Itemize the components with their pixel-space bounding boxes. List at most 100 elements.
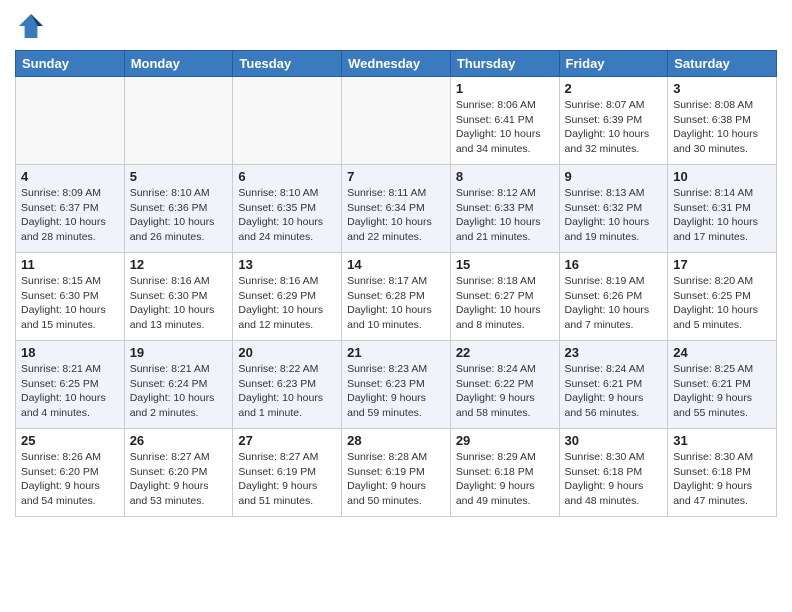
- day-info: Sunrise: 8:28 AMSunset: 6:19 PMDaylight:…: [347, 450, 445, 509]
- day-number: 31: [673, 433, 771, 448]
- calendar-cell: 12Sunrise: 8:16 AMSunset: 6:30 PMDayligh…: [124, 253, 233, 341]
- calendar: SundayMondayTuesdayWednesdayThursdayFrid…: [15, 50, 777, 517]
- day-info: Sunrise: 8:18 AMSunset: 6:27 PMDaylight:…: [456, 274, 554, 333]
- day-info: Sunrise: 8:23 AMSunset: 6:23 PMDaylight:…: [347, 362, 445, 421]
- calendar-cell: 10 Sunrise: 8:14 AMSunset: 6:31 PMDayligh…: [668, 165, 777, 253]
- day-info: Sunrise: 8:17 AMSunset: 6:28 PMDaylight:…: [347, 274, 445, 333]
- day-info: Sunrise: 8:29 AMSunset: 6:18 PMDaylight:…: [456, 450, 554, 509]
- day-number: 26: [130, 433, 228, 448]
- calendar-header-monday: Monday: [124, 51, 233, 77]
- calendar-cell: 13 Sunrise: 8:16 AMSunset: 6:29 PMDayligh…: [233, 253, 342, 341]
- day-number: 8: [456, 169, 554, 184]
- day-info: Sunrise: 8:30 AMSunset: 6:18 PMDaylight:…: [673, 450, 771, 509]
- day-info: Sunrise: 8:27 AMSunset: 6:20 PMDaylight:…: [130, 450, 228, 509]
- day-number: 11: [21, 257, 119, 272]
- calendar-cell: 19 Sunrise: 8:21 AMSunset: 6:24 PMDayligh…: [124, 341, 233, 429]
- day-number: 9: [565, 169, 663, 184]
- day-info: Sunrise: 8:14 AMSunset: 6:31 PMDaylight:…: [673, 186, 771, 245]
- calendar-cell: 23Sunrise: 8:24 AMSunset: 6:21 PMDayligh…: [559, 341, 668, 429]
- day-info: Sunrise: 8:27 AMSunset: 6:19 PMDaylight:…: [238, 450, 336, 509]
- day-number: 29: [456, 433, 554, 448]
- day-number: 14: [347, 257, 445, 272]
- calendar-cell: [16, 77, 125, 165]
- day-number: 12: [130, 257, 228, 272]
- calendar-cell: 22 Sunrise: 8:24 AMSunset: 6:22 PMDayligh…: [450, 341, 559, 429]
- day-info: Sunrise: 8:06 AMSunset: 6:41 PMDaylight:…: [456, 98, 554, 157]
- day-info: Sunrise: 8:20 AMSunset: 6:25 PMDaylight:…: [673, 274, 771, 333]
- day-info: Sunrise: 8:19 AMSunset: 6:26 PMDaylight:…: [565, 274, 663, 333]
- calendar-week-row: 18 Sunrise: 8:21 AMSunset: 6:25 PMDayligh…: [16, 341, 777, 429]
- calendar-cell: 6Sunrise: 8:10 AMSunset: 6:35 PMDaylight…: [233, 165, 342, 253]
- day-info: Sunrise: 8:13 AMSunset: 6:32 PMDaylight:…: [565, 186, 663, 245]
- day-number: 5: [130, 169, 228, 184]
- day-number: 15: [456, 257, 554, 272]
- day-number: 2: [565, 81, 663, 96]
- day-info: Sunrise: 8:10 AMSunset: 6:35 PMDaylight:…: [238, 186, 336, 245]
- calendar-cell: 9 Sunrise: 8:13 AMSunset: 6:32 PMDaylight…: [559, 165, 668, 253]
- day-number: 10: [673, 169, 771, 184]
- day-number: 3: [673, 81, 771, 96]
- day-number: 27: [238, 433, 336, 448]
- day-info: Sunrise: 8:15 AMSunset: 6:30 PMDaylight:…: [21, 274, 119, 333]
- calendar-header-sunday: Sunday: [16, 51, 125, 77]
- calendar-cell: 16 Sunrise: 8:19 AMSunset: 6:26 PMDayligh…: [559, 253, 668, 341]
- day-info: Sunrise: 8:21 AMSunset: 6:24 PMDaylight:…: [130, 362, 228, 421]
- calendar-cell: 11 Sunrise: 8:15 AMSunset: 6:30 PMDayligh…: [16, 253, 125, 341]
- day-number: 18: [21, 345, 119, 360]
- day-info: Sunrise: 8:08 AMSunset: 6:38 PMDaylight:…: [673, 98, 771, 157]
- calendar-cell: 15 Sunrise: 8:18 AMSunset: 6:27 PMDayligh…: [450, 253, 559, 341]
- day-number: 28: [347, 433, 445, 448]
- day-number: 19: [130, 345, 228, 360]
- day-info: Sunrise: 8:16 AMSunset: 6:29 PMDaylight:…: [238, 274, 336, 333]
- day-number: 1: [456, 81, 554, 96]
- day-info: Sunrise: 8:24 AMSunset: 6:22 PMDaylight:…: [456, 362, 554, 421]
- calendar-header-thursday: Thursday: [450, 51, 559, 77]
- header: [15, 10, 777, 42]
- calendar-cell: 25Sunrise: 8:26 AMSunset: 6:20 PMDayligh…: [16, 429, 125, 517]
- day-info: Sunrise: 8:21 AMSunset: 6:25 PMDaylight:…: [21, 362, 119, 421]
- calendar-cell: 1 Sunrise: 8:06 AMSunset: 6:41 PMDaylight…: [450, 77, 559, 165]
- day-number: 30: [565, 433, 663, 448]
- day-info: Sunrise: 8:10 AMSunset: 6:36 PMDaylight:…: [130, 186, 228, 245]
- day-number: 13: [238, 257, 336, 272]
- day-info: Sunrise: 8:25 AMSunset: 6:21 PMDaylight:…: [673, 362, 771, 421]
- calendar-cell: 27 Sunrise: 8:27 AMSunset: 6:19 PMDayligh…: [233, 429, 342, 517]
- calendar-header-wednesday: Wednesday: [342, 51, 451, 77]
- calendar-header-friday: Friday: [559, 51, 668, 77]
- calendar-cell: 8 Sunrise: 8:12 AMSunset: 6:33 PMDaylight…: [450, 165, 559, 253]
- day-info: Sunrise: 8:12 AMSunset: 6:33 PMDaylight:…: [456, 186, 554, 245]
- day-number: 22: [456, 345, 554, 360]
- calendar-cell: 7 Sunrise: 8:11 AMSunset: 6:34 PMDaylight…: [342, 165, 451, 253]
- calendar-cell: 24 Sunrise: 8:25 AMSunset: 6:21 PMDayligh…: [668, 341, 777, 429]
- day-info: Sunrise: 8:11 AMSunset: 6:34 PMDaylight:…: [347, 186, 445, 245]
- day-number: 17: [673, 257, 771, 272]
- calendar-cell: 30 Sunrise: 8:30 AMSunset: 6:18 PMDayligh…: [559, 429, 668, 517]
- day-number: 16: [565, 257, 663, 272]
- calendar-cell: 18 Sunrise: 8:21 AMSunset: 6:25 PMDayligh…: [16, 341, 125, 429]
- day-number: 24: [673, 345, 771, 360]
- calendar-cell: 3 Sunrise: 8:08 AMSunset: 6:38 PMDaylight…: [668, 77, 777, 165]
- calendar-cell: 31 Sunrise: 8:30 AMSunset: 6:18 PMDayligh…: [668, 429, 777, 517]
- day-number: 25: [21, 433, 119, 448]
- calendar-week-row: 1 Sunrise: 8:06 AMSunset: 6:41 PMDaylight…: [16, 77, 777, 165]
- day-number: 4: [21, 169, 119, 184]
- calendar-week-row: 4 Sunrise: 8:09 AMSunset: 6:37 PMDaylight…: [16, 165, 777, 253]
- day-info: Sunrise: 8:30 AMSunset: 6:18 PMDaylight:…: [565, 450, 663, 509]
- calendar-cell: 28 Sunrise: 8:28 AMSunset: 6:19 PMDayligh…: [342, 429, 451, 517]
- calendar-cell: [233, 77, 342, 165]
- day-number: 23: [565, 345, 663, 360]
- calendar-header-saturday: Saturday: [668, 51, 777, 77]
- day-info: Sunrise: 8:07 AMSunset: 6:39 PMDaylight:…: [565, 98, 663, 157]
- calendar-cell: [342, 77, 451, 165]
- calendar-cell: 29 Sunrise: 8:29 AMSunset: 6:18 PMDayligh…: [450, 429, 559, 517]
- logo-icon: [15, 10, 47, 42]
- calendar-cell: 5 Sunrise: 8:10 AMSunset: 6:36 PMDaylight…: [124, 165, 233, 253]
- day-info: Sunrise: 8:09 AMSunset: 6:37 PMDaylight:…: [21, 186, 119, 245]
- calendar-cell: 17 Sunrise: 8:20 AMSunset: 6:25 PMDayligh…: [668, 253, 777, 341]
- logo: [15, 10, 49, 42]
- calendar-cell: 20Sunrise: 8:22 AMSunset: 6:23 PMDayligh…: [233, 341, 342, 429]
- calendar-header-tuesday: Tuesday: [233, 51, 342, 77]
- day-number: 7: [347, 169, 445, 184]
- calendar-header-row: SundayMondayTuesdayWednesdayThursdayFrid…: [16, 51, 777, 77]
- calendar-cell: 2 Sunrise: 8:07 AMSunset: 6:39 PMDaylight…: [559, 77, 668, 165]
